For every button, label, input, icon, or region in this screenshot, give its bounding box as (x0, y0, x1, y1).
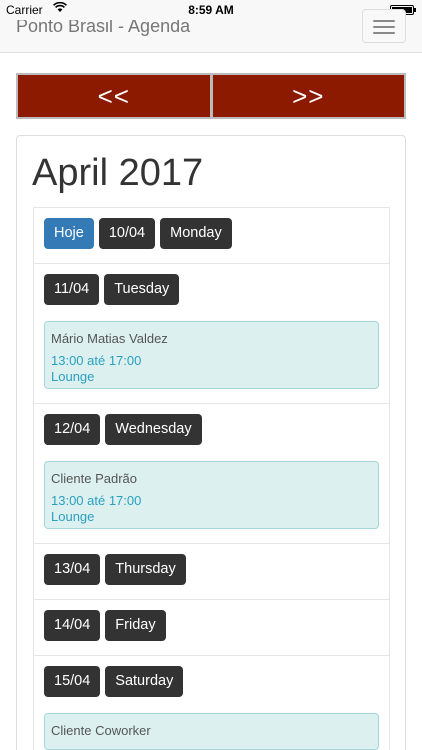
day-row: 15/04 Saturday Cliente Coworker (33, 656, 390, 750)
day-date-badge: 11/04 (44, 274, 100, 305)
day-row: 12/04 Wednesday Cliente Padrão 13:00 até… (33, 404, 390, 544)
calendar-panel: April 2017 Hoje 10/04 Monday 11/04 Tuesd… (16, 135, 406, 750)
menu-icon (373, 20, 395, 22)
week-pager: << >> (16, 73, 406, 119)
booking-time: 13:00 até 17:00 (51, 353, 142, 368)
hamburger-menu-button[interactable] (362, 9, 406, 43)
booking-card[interactable]: Cliente Coworker (44, 713, 379, 750)
day-date-badge: 14/04 (44, 610, 101, 641)
day-weekday-badge: Wednesday (105, 414, 202, 445)
clock: 8:59 AM (188, 3, 234, 17)
booking-room: Lounge (51, 509, 95, 524)
day-row: 13/04 Thursday (33, 544, 390, 600)
today-button[interactable]: Hoje (44, 218, 94, 249)
day-row: Hoje 10/04 Monday (33, 208, 390, 264)
booking-client: Cliente Padrão (51, 471, 137, 486)
day-weekday-badge: Tuesday (104, 274, 180, 305)
next-week-button[interactable]: >> (212, 75, 404, 117)
day-date-badge: 15/04 (44, 666, 101, 697)
day-date-badge: 13/04 (44, 554, 101, 585)
menu-icon-bar (373, 26, 395, 28)
day-weekday-badge: Friday (105, 610, 166, 641)
previous-week-button[interactable]: << (18, 75, 210, 117)
menu-icon-bar (373, 32, 395, 34)
booking-client: Cliente Coworker (51, 723, 151, 738)
status-bar: Carrier 8:59 AM (0, 0, 422, 20)
day-row: 14/04 Friday (33, 600, 390, 656)
booking-client: Mário Matias Valdez (51, 331, 168, 346)
day-row: 11/04 Tuesday Mário Matias Valdez 13:00 … (33, 264, 390, 404)
day-weekday-badge: Saturday (105, 666, 184, 697)
booking-room: Lounge (51, 369, 95, 384)
day-date-badge: 10/04 (98, 218, 156, 249)
booking-time: 13:00 até 17:00 (51, 493, 142, 508)
day-date-badge: 12/04 (44, 414, 101, 445)
booking-card[interactable]: Mário Matias Valdez 13:00 até 17:00 Loun… (44, 321, 379, 389)
booking-card[interactable]: Cliente Padrão 13:00 até 17:00 Lounge (44, 461, 379, 529)
day-list: Hoje 10/04 Monday 11/04 Tuesday Mário Ma… (33, 207, 390, 750)
month-title: April 2017 (32, 152, 204, 194)
day-weekday-badge: Monday (160, 218, 232, 249)
day-weekday-badge: Thursday (105, 554, 186, 585)
